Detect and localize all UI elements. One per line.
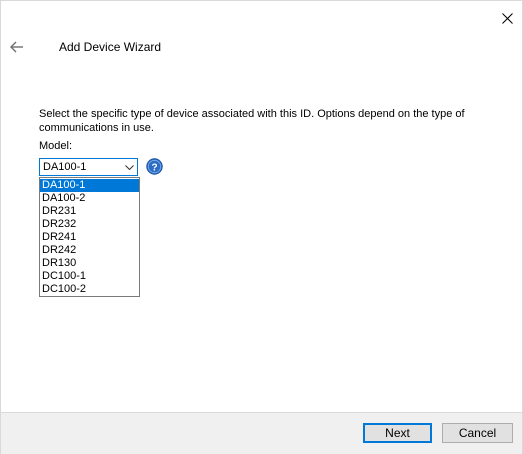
- close-icon: [501, 12, 513, 24]
- model-option-2[interactable]: DR231: [40, 205, 139, 218]
- back-button[interactable]: [7, 37, 27, 57]
- svg-text:?: ?: [151, 162, 157, 173]
- wizard-window: Add Device Wizard Select the specific ty…: [0, 0, 523, 454]
- model-label: Model:: [39, 140, 73, 152]
- model-option-5[interactable]: DR242: [40, 244, 139, 257]
- instructions-text: Select the specific type of device assoc…: [39, 108, 465, 134]
- next-button[interactable]: Next: [363, 423, 432, 443]
- model-option-6[interactable]: DR130: [40, 257, 139, 270]
- model-option-3[interactable]: DR232: [40, 218, 139, 231]
- wizard-title: Add Device Wizard: [59, 40, 162, 54]
- model-combobox-value: DA100-1: [43, 161, 87, 173]
- model-dropdown-list: DA100-1 DA100-2 DR231 DR232 DR241 DR242 …: [39, 177, 140, 297]
- model-option-4[interactable]: DR241: [40, 231, 139, 244]
- model-combobox[interactable]: DA100-1: [39, 158, 138, 176]
- model-option-1[interactable]: DA100-2: [40, 192, 139, 205]
- close-button[interactable]: [497, 9, 517, 27]
- back-arrow-icon: [10, 41, 23, 53]
- help-icon[interactable]: ?: [146, 158, 163, 175]
- cancel-button[interactable]: Cancel: [442, 423, 513, 443]
- chevron-down-icon[interactable]: [124, 163, 134, 171]
- model-option-8[interactable]: DC100-2: [40, 283, 139, 296]
- model-option-0[interactable]: DA100-1: [40, 179, 139, 192]
- wizard-footer: Next Cancel: [1, 412, 522, 454]
- model-option-7[interactable]: DC100-1: [40, 270, 139, 283]
